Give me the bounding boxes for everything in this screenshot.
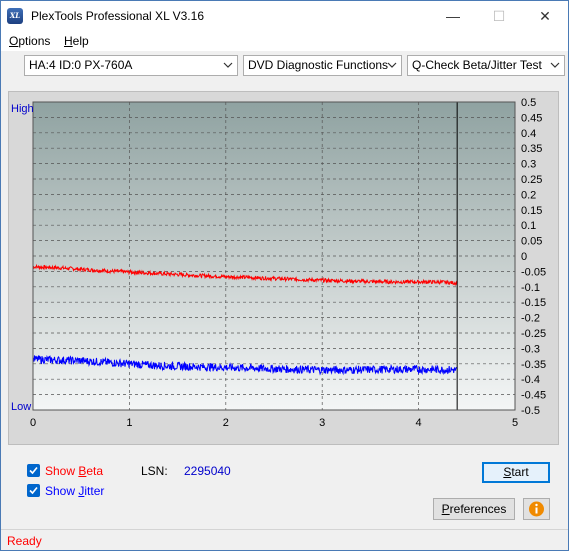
status-bar: Ready (1, 529, 568, 550)
chart-panel: High Low 0 1 2 3 4 5 0.5 0.45 0.4 0.35 0.3 0.25 0.2… (8, 91, 559, 445)
test-select-value: Q-Check Beta/Jitter Test (412, 58, 542, 72)
y-tick-label: -0.05 (521, 266, 546, 278)
y-tick-label: 0.2 (521, 189, 536, 201)
info-icon (529, 501, 544, 517)
y-tick-label: 0.1 (521, 220, 536, 232)
lsn-value: 2295040 (184, 464, 231, 478)
checkmark-icon (29, 466, 38, 475)
chevron-down-icon (550, 62, 560, 68)
grid-lines (33, 102, 515, 410)
drive-select[interactable]: HA:4 ID:0 PX-760A (24, 55, 238, 76)
y-tick-label: -0.5 (521, 405, 540, 417)
chevron-down-icon (223, 62, 233, 68)
drive-select-value: HA:4 ID:0 PX-760A (29, 58, 133, 72)
y-tick-label: -0.35 (521, 359, 546, 371)
chevron-down-icon (387, 62, 397, 68)
y-tick-labels: 0.5 0.45 0.4 0.35 0.3 0.25 0.2 0.15 0.1 0.05 0 -0.0… (521, 97, 546, 417)
show-jitter-rest: itter (84, 484, 105, 498)
preferences-accel: P (441, 502, 450, 516)
menu-options-label: ptions (18, 34, 51, 48)
show-beta-rest: eta (86, 464, 104, 478)
y-tick-label: 0.05 (521, 236, 542, 248)
axis-low-label: Low (11, 401, 31, 413)
main-window: XL PlexTools Professional XL V3.16 — ☐ ✕… (0, 0, 569, 551)
y-tick-label: 0.3 (521, 159, 536, 171)
toolbar: HA:4 ID:0 PX-760A DVD Diagnostic Functio… (1, 51, 568, 83)
show-jitter-label[interactable]: Show Jitter (45, 484, 104, 498)
x-tick-label: 5 (512, 417, 518, 429)
y-tick-label: 0.25 (521, 174, 542, 186)
menu-options[interactable]: Options (9, 34, 50, 48)
menu-help-accel: H (64, 34, 73, 48)
test-select[interactable]: Q-Check Beta/Jitter Test (407, 55, 565, 76)
show-beta-prefix: Show (45, 464, 79, 478)
title-bar: XL PlexTools Professional XL V3.16 — ☐ ✕ (1, 1, 568, 31)
y-tick-label: -0.4 (521, 374, 540, 386)
x-tick-label: 2 (223, 417, 229, 429)
menu-help-label: elp (72, 34, 89, 48)
show-jitter-checkbox[interactable] (27, 484, 40, 497)
y-tick-label: -0.3 (521, 343, 540, 355)
minimize-button[interactable]: — (430, 1, 476, 31)
show-beta-label[interactable]: Show Beta (45, 464, 103, 478)
y-tick-label: -0.45 (521, 390, 546, 402)
y-tick-label: -0.15 (521, 297, 546, 309)
menu-help[interactable]: Help (64, 34, 89, 48)
status-text: Ready (7, 534, 42, 548)
lsn-label: LSN: (141, 464, 168, 478)
maximize-button[interactable]: ☐ (476, 1, 522, 31)
y-tick-label: 0.4 (521, 128, 536, 140)
x-tick-label: 4 (416, 417, 422, 429)
axis-high-label: High (11, 103, 34, 115)
y-tick-label: 0.45 (521, 112, 542, 124)
y-tick-label: 0.35 (521, 143, 542, 155)
y-tick-label: 0.15 (521, 205, 542, 217)
y-tick-label: 0 (521, 251, 527, 263)
menu-bar: Options Help (1, 31, 568, 51)
function-select[interactable]: DVD Diagnostic Functions (243, 55, 402, 76)
x-tick-label: 1 (126, 417, 132, 429)
function-select-value: DVD Diagnostic Functions (248, 58, 389, 72)
info-button[interactable] (523, 498, 550, 520)
y-tick-label: -0.1 (521, 282, 540, 294)
checkmark-icon (29, 486, 38, 495)
preferences-label: references (449, 502, 507, 516)
x-tick-label: 0 (30, 417, 36, 429)
y-tick-label: 0.5 (521, 97, 536, 109)
y-tick-label: -0.2 (521, 313, 540, 325)
x-tick-label: 3 (319, 417, 325, 429)
show-beta-checkbox[interactable] (27, 464, 40, 477)
close-button[interactable]: ✕ (522, 1, 568, 31)
show-jitter-prefix: Show (45, 484, 79, 498)
start-button[interactable]: Start (482, 462, 550, 483)
start-label: tart (511, 465, 529, 479)
app-icon: XL (7, 8, 23, 24)
y-tick-label: -0.25 (521, 328, 546, 340)
x-tick-labels: 0 1 2 3 4 5 (30, 417, 518, 429)
menu-options-accel: O (9, 34, 19, 48)
window-title: PlexTools Professional XL V3.16 (31, 9, 204, 23)
beta-jitter-chart: High Low 0 1 2 3 4 5 0.5 0.45 0.4 0.35 0.3 0.25 0.2… (11, 97, 546, 429)
preferences-button[interactable]: Preferences (433, 498, 515, 520)
